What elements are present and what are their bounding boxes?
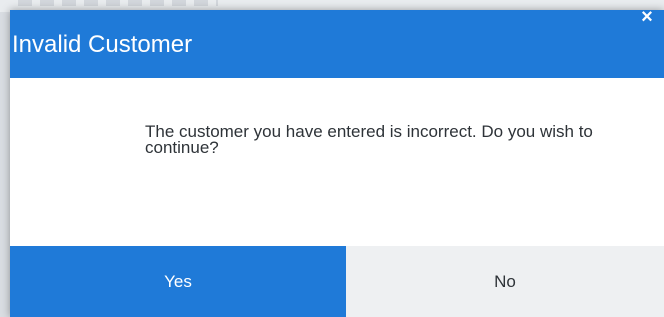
- background-content: [18, 0, 218, 6]
- dialog-title: Invalid Customer: [12, 31, 193, 58]
- screen: Invalid Customer × The customer you have…: [0, 0, 664, 317]
- dialog-title-bar: Invalid Customer ×: [10, 6, 664, 78]
- yes-button[interactable]: Yes: [10, 246, 346, 317]
- dialog-button-row: Yes No: [10, 246, 664, 317]
- no-button[interactable]: No: [346, 246, 664, 317]
- dialog-message: The customer you have entered is incorre…: [145, 122, 593, 157]
- invalid-customer-dialog: Invalid Customer × The customer you have…: [10, 6, 664, 317]
- close-icon[interactable]: ×: [638, 6, 656, 28]
- dialog-body: The customer you have entered is incorre…: [10, 78, 664, 246]
